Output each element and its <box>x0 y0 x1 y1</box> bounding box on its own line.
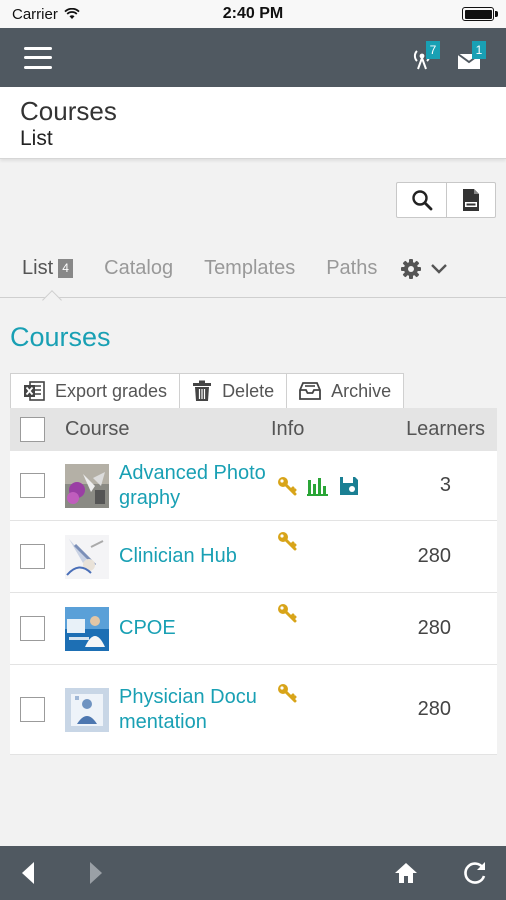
course-link[interactable]: CPOE <box>119 616 269 641</box>
row-checkbox[interactable] <box>20 473 45 498</box>
key-icon <box>278 532 297 551</box>
home-icon[interactable] <box>394 862 418 884</box>
key-icon <box>278 476 297 495</box>
bar-chart-icon <box>307 477 328 496</box>
app-bar-icons: 7 1 <box>406 40 486 75</box>
course-link[interactable]: Advanced Photography <box>119 461 269 511</box>
table-row: Clinician Hub 280 <box>10 521 497 593</box>
row-checkbox[interactable] <box>20 544 45 569</box>
course-link[interactable]: Physician Documentation <box>119 685 269 735</box>
wifi-icon <box>64 8 80 19</box>
learners-count: 280 <box>417 617 451 639</box>
course-info <box>269 593 377 623</box>
column-course: Course <box>65 418 130 440</box>
bottom-bar <box>0 846 506 900</box>
app-bar: 7 1 <box>0 28 506 87</box>
learners-count: 280 <box>417 545 451 567</box>
status-bar: Carrier 2:40 PM <box>0 0 506 28</box>
row-checkbox[interactable] <box>20 697 45 722</box>
bottom-actions <box>394 860 488 886</box>
section-title: Courses <box>10 322 111 352</box>
export-grades-button[interactable]: Export grades <box>11 374 179 408</box>
key-icon <box>278 604 297 623</box>
table-header: Course Info Learners <box>10 408 497 451</box>
trash-icon <box>193 380 212 401</box>
table-row: Advanced Photography 3 <box>10 451 497 521</box>
tab-paths[interactable]: Paths <box>326 244 377 294</box>
excel-icon <box>24 381 45 401</box>
delete-button[interactable]: Delete <box>179 374 286 408</box>
actions-bar: Export grades Delete Archive <box>10 373 405 408</box>
row-checkbox[interactable] <box>20 616 45 641</box>
course-link[interactable]: Clinician Hub <box>119 544 269 569</box>
tab-templates[interactable]: Templates <box>204 244 295 294</box>
column-learners: Learners <box>406 418 485 440</box>
archive-icon <box>299 382 321 400</box>
table-row: CPOE 280 <box>10 593 497 665</box>
forward-arrow-icon[interactable] <box>86 860 106 886</box>
export-grades-label: Export grades <box>55 380 168 401</box>
toolbar <box>396 182 496 218</box>
learners-count: 280 <box>417 698 451 720</box>
tab-settings-dropdown[interactable] <box>400 258 448 280</box>
archive-label: Archive <box>331 380 392 401</box>
column-info: Info <box>271 418 305 440</box>
page-header: Courses List <box>0 87 506 159</box>
tab-list[interactable]: List 4 <box>22 244 74 310</box>
pdf-button[interactable] <box>446 183 495 217</box>
course-thumbnail <box>65 606 109 651</box>
messages-badge: 1 <box>472 40 486 59</box>
pdf-icon <box>463 189 479 211</box>
table-row: Physician Documentation 280 <box>10 665 497 755</box>
messages-button[interactable]: 1 <box>452 40 486 75</box>
menu-button[interactable] <box>24 46 52 69</box>
carrier-label: Carrier <box>12 5 58 23</box>
back-arrow-icon[interactable] <box>18 860 38 886</box>
tabs: List 4 Catalog Templates Paths <box>0 240 506 310</box>
tab-list-count: 4 <box>58 259 74 278</box>
learners-count: 3 <box>439 474 451 496</box>
courses-table: Course Info Learners Advanced Photograph… <box>10 408 497 755</box>
gear-icon <box>401 258 422 279</box>
search-button[interactable] <box>397 183 446 217</box>
search-icon <box>411 190 432 211</box>
refresh-icon[interactable] <box>462 860 488 886</box>
tab-list-label: List <box>22 257 54 279</box>
tab-catalog[interactable]: Catalog <box>104 244 173 294</box>
course-info <box>269 476 377 496</box>
course-info <box>269 665 377 703</box>
save-icon <box>340 476 358 495</box>
notifications-button[interactable]: 7 <box>406 40 440 75</box>
tab-active-caret <box>42 289 62 310</box>
nav-group <box>18 860 106 886</box>
notifications-badge: 7 <box>426 40 440 59</box>
archive-button[interactable]: Archive <box>286 374 403 408</box>
delete-label: Delete <box>222 380 275 401</box>
page-subtitle: List <box>20 127 53 150</box>
course-thumbnail <box>65 463 109 508</box>
page-title: Courses <box>20 96 117 126</box>
course-thumbnail <box>65 687 109 732</box>
course-thumbnail <box>65 534 109 579</box>
chevron-down-icon <box>431 263 448 274</box>
course-info <box>269 521 377 551</box>
select-all-checkbox[interactable] <box>20 417 45 442</box>
battery-icon <box>462 7 498 21</box>
key-icon <box>278 684 297 703</box>
status-left: Carrier <box>12 6 80 23</box>
